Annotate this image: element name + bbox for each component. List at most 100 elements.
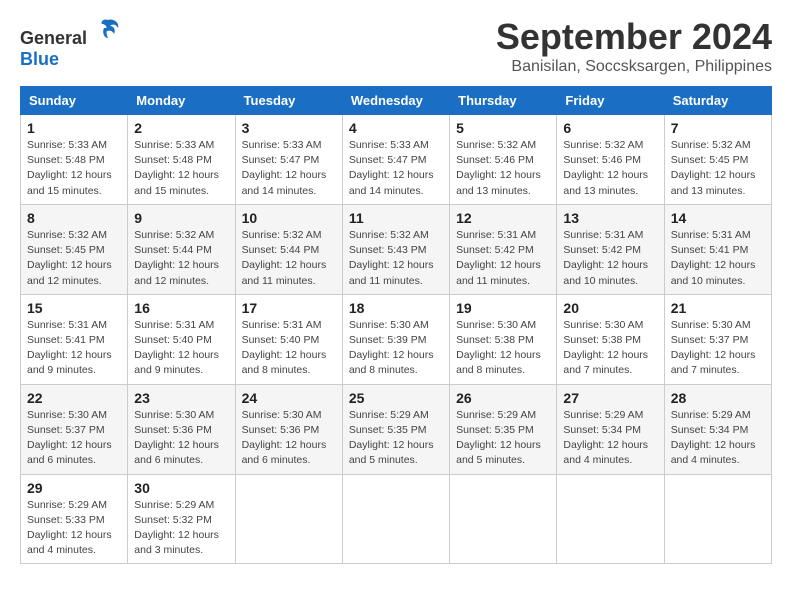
calendar-week-1: 1 Sunrise: 5:33 AM Sunset: 5:48 PM Daylig… (21, 115, 772, 205)
day-detail: Sunrise: 5:31 AM Sunset: 5:40 PM Dayligh… (242, 318, 336, 379)
day-detail: Sunrise: 5:29 AM Sunset: 5:35 PM Dayligh… (349, 408, 443, 469)
logo-blue: Blue (20, 49, 59, 69)
day-number: 18 (349, 300, 443, 316)
day-number: 22 (27, 390, 121, 406)
day-number: 28 (671, 390, 765, 406)
calendar-cell: 15Sunrise: 5:31 AM Sunset: 5:41 PM Dayli… (21, 294, 128, 384)
day-number: 3 (242, 120, 336, 136)
calendar-cell: 2Sunrise: 5:33 AM Sunset: 5:48 PM Daylig… (128, 115, 235, 205)
calendar-cell: 26Sunrise: 5:29 AM Sunset: 5:35 PM Dayli… (450, 384, 557, 474)
day-detail: Sunrise: 5:30 AM Sunset: 5:39 PM Dayligh… (349, 318, 443, 379)
calendar-cell (342, 474, 449, 564)
calendar-cell: 25 Sunrise: 5:29 AM Sunset: 5:35 PM Dayli… (342, 384, 449, 474)
calendar-cell: 17 Sunrise: 5:31 AM Sunset: 5:40 PM Dayli… (235, 294, 342, 384)
day-detail: Sunrise: 5:30 AM Sunset: 5:36 PM Dayligh… (134, 408, 228, 469)
calendar-cell: 11 Sunrise: 5:32 AM Sunset: 5:43 PM Dayli… (342, 204, 449, 294)
day-detail: Sunrise: 5:33 AM Sunset: 5:47 PM Dayligh… (349, 138, 443, 199)
day-number: 1 (27, 120, 121, 136)
day-number: 4 (349, 120, 443, 136)
day-detail: Sunrise: 5:31 AM Sunset: 5:42 PM Dayligh… (563, 228, 657, 289)
day-detail: Sunrise: 5:32 AM Sunset: 5:44 PM Dayligh… (134, 228, 228, 289)
title-area: September 2024 Banisilan, Soccsksargen, … (496, 16, 772, 76)
day-detail: Sunrise: 5:33 AM Sunset: 5:48 PM Dayligh… (134, 138, 228, 199)
calendar-cell: 16 Sunrise: 5:31 AM Sunset: 5:40 PM Dayli… (128, 294, 235, 384)
day-number: 25 (349, 390, 443, 406)
day-number: 29 (27, 480, 121, 496)
calendar-cell: 30Sunrise: 5:29 AM Sunset: 5:32 PM Dayli… (128, 474, 235, 564)
calendar-cell: 8Sunrise: 5:32 AM Sunset: 5:45 PM Daylig… (21, 204, 128, 294)
calendar-cell: 27 Sunrise: 5:29 AM Sunset: 5:34 PM Dayli… (557, 384, 664, 474)
day-detail: Sunrise: 5:31 AM Sunset: 5:40 PM Dayligh… (134, 318, 228, 379)
calendar-cell (557, 474, 664, 564)
day-detail: Sunrise: 5:31 AM Sunset: 5:42 PM Dayligh… (456, 228, 550, 289)
calendar-cell: 24Sunrise: 5:30 AM Sunset: 5:36 PM Dayli… (235, 384, 342, 474)
calendar-cell: 19Sunrise: 5:30 AM Sunset: 5:38 PM Dayli… (450, 294, 557, 384)
day-number: 5 (456, 120, 550, 136)
day-number: 6 (563, 120, 657, 136)
calendar-cell: 18 Sunrise: 5:30 AM Sunset: 5:39 PM Dayli… (342, 294, 449, 384)
day-number: 15 (27, 300, 121, 316)
day-detail: Sunrise: 5:30 AM Sunset: 5:37 PM Dayligh… (671, 318, 765, 379)
calendar-cell: 7 Sunrise: 5:32 AM Sunset: 5:45 PM Daylig… (664, 115, 771, 205)
weekday-header-monday: Monday (128, 87, 235, 115)
calendar-cell: 22 Sunrise: 5:30 AM Sunset: 5:37 PM Dayli… (21, 384, 128, 474)
day-number: 26 (456, 390, 550, 406)
day-detail: Sunrise: 5:29 AM Sunset: 5:32 PM Dayligh… (134, 498, 228, 559)
day-number: 13 (563, 210, 657, 226)
day-number: 11 (349, 210, 443, 226)
calendar-week-5: 29 Sunrise: 5:29 AM Sunset: 5:33 PM Dayli… (21, 474, 772, 564)
calendar-cell: 23 Sunrise: 5:30 AM Sunset: 5:36 PM Dayli… (128, 384, 235, 474)
day-number: 8 (27, 210, 121, 226)
logo-text: General Blue (20, 16, 122, 70)
calendar-cell: 20Sunrise: 5:30 AM Sunset: 5:38 PM Dayli… (557, 294, 664, 384)
calendar-cell: 1 Sunrise: 5:33 AM Sunset: 5:48 PM Daylig… (21, 115, 128, 205)
day-detail: Sunrise: 5:32 AM Sunset: 5:43 PM Dayligh… (349, 228, 443, 289)
calendar-cell: 6 Sunrise: 5:32 AM Sunset: 5:46 PM Daylig… (557, 115, 664, 205)
weekday-header-thursday: Thursday (450, 87, 557, 115)
day-number: 9 (134, 210, 228, 226)
calendar-cell: 10 Sunrise: 5:32 AM Sunset: 5:44 PM Dayli… (235, 204, 342, 294)
day-number: 14 (671, 210, 765, 226)
calendar-week-3: 15Sunrise: 5:31 AM Sunset: 5:41 PM Dayli… (21, 294, 772, 384)
day-detail: Sunrise: 5:32 AM Sunset: 5:45 PM Dayligh… (671, 138, 765, 199)
calendar-cell: 4 Sunrise: 5:33 AM Sunset: 5:47 PM Daylig… (342, 115, 449, 205)
calendar-cell: 13 Sunrise: 5:31 AM Sunset: 5:42 PM Dayli… (557, 204, 664, 294)
day-detail: Sunrise: 5:32 AM Sunset: 5:46 PM Dayligh… (563, 138, 657, 199)
calendar-week-2: 8Sunrise: 5:32 AM Sunset: 5:45 PM Daylig… (21, 204, 772, 294)
day-detail: Sunrise: 5:32 AM Sunset: 5:46 PM Dayligh… (456, 138, 550, 199)
day-number: 16 (134, 300, 228, 316)
calendar-cell (664, 474, 771, 564)
logo-general: General (20, 28, 87, 48)
weekday-header-sunday: Sunday (21, 87, 128, 115)
day-detail: Sunrise: 5:31 AM Sunset: 5:41 PM Dayligh… (671, 228, 765, 289)
logo-bird-icon (94, 16, 122, 44)
day-detail: Sunrise: 5:30 AM Sunset: 5:37 PM Dayligh… (27, 408, 121, 469)
calendar-cell: 29 Sunrise: 5:29 AM Sunset: 5:33 PM Dayli… (21, 474, 128, 564)
weekday-header-saturday: Saturday (664, 87, 771, 115)
day-number: 10 (242, 210, 336, 226)
calendar-cell: 14 Sunrise: 5:31 AM Sunset: 5:41 PM Dayli… (664, 204, 771, 294)
logo: General Blue (20, 16, 122, 70)
calendar-subtitle: Banisilan, Soccsksargen, Philippines (496, 58, 772, 76)
day-number: 24 (242, 390, 336, 406)
day-number: 7 (671, 120, 765, 136)
day-detail: Sunrise: 5:29 AM Sunset: 5:34 PM Dayligh… (671, 408, 765, 469)
day-detail: Sunrise: 5:32 AM Sunset: 5:44 PM Dayligh… (242, 228, 336, 289)
day-number: 21 (671, 300, 765, 316)
day-detail: Sunrise: 5:33 AM Sunset: 5:48 PM Dayligh… (27, 138, 121, 199)
day-detail: Sunrise: 5:29 AM Sunset: 5:33 PM Dayligh… (27, 498, 121, 559)
page-header: General Blue September 2024 Banisilan, S… (20, 16, 772, 76)
calendar-cell: 28 Sunrise: 5:29 AM Sunset: 5:34 PM Dayli… (664, 384, 771, 474)
day-number: 23 (134, 390, 228, 406)
weekday-header-friday: Friday (557, 87, 664, 115)
day-detail: Sunrise: 5:30 AM Sunset: 5:38 PM Dayligh… (456, 318, 550, 379)
day-number: 17 (242, 300, 336, 316)
calendar-body: 1 Sunrise: 5:33 AM Sunset: 5:48 PM Daylig… (21, 115, 772, 564)
calendar-cell: 5 Sunrise: 5:32 AM Sunset: 5:46 PM Daylig… (450, 115, 557, 205)
day-detail: Sunrise: 5:33 AM Sunset: 5:47 PM Dayligh… (242, 138, 336, 199)
day-number: 27 (563, 390, 657, 406)
day-number: 12 (456, 210, 550, 226)
calendar-cell (450, 474, 557, 564)
day-number: 20 (563, 300, 657, 316)
day-detail: Sunrise: 5:29 AM Sunset: 5:34 PM Dayligh… (563, 408, 657, 469)
